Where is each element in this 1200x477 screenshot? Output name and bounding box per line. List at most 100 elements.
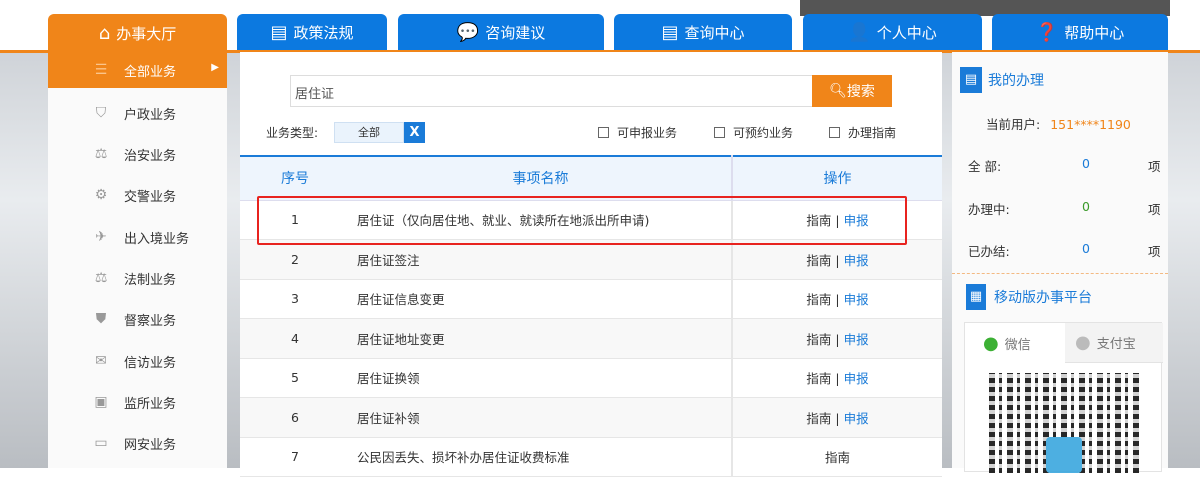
clear-type-button[interactable]: X (404, 122, 425, 143)
row-name[interactable]: 居住证信息变更 (350, 279, 732, 319)
scale-icon: ⚖ (94, 146, 108, 162)
qr-tab-label: 支付宝 (1096, 337, 1136, 352)
tab-consult[interactable]: 💬 咨询建议 (398, 14, 604, 50)
stat-value[interactable]: 0 (1082, 199, 1090, 214)
my-affairs-panel: ▤ 我的办理 当前用户: 151****1190 全 部: 0 项 办理中: 0 项 已办结… (952, 52, 1168, 473)
plane-icon: ✈ (95, 229, 107, 245)
guide-link[interactable]: 指南 (806, 411, 831, 426)
checkbox-label: 办理指南 (848, 126, 897, 140)
guide-link[interactable]: 指南 (806, 292, 831, 307)
sidebar-item-label: 全部业务 (124, 64, 177, 80)
apply-link[interactable]: 申报 (844, 332, 869, 347)
checkbox-label: 可申报业务 (617, 126, 678, 140)
sidebar-item-traffic[interactable]: ⚙ 交警业务 (48, 177, 227, 213)
tab-help[interactable]: ❓ 帮助中心 (992, 14, 1168, 50)
sidebar-item-label: 交警业务 (124, 189, 177, 205)
tab-query[interactable]: ▤ 查询中心 (614, 14, 792, 50)
shield-icon: ⛉ (95, 105, 107, 121)
sidebar-item-label: 治安业务 (124, 148, 177, 164)
main-panel: 居住证 🔍︎ 搜索 业务类型: 全部 X 可申报业务 可预约业务 办理指南 序号 … (240, 52, 942, 477)
checkbox[interactable] (714, 127, 725, 138)
apply-link[interactable]: 申报 (844, 371, 869, 386)
guide-link[interactable]: 指南 (806, 253, 831, 268)
stat-unit: 项 (1148, 202, 1161, 217)
separator: | (835, 292, 840, 308)
stat-unit: 项 (1148, 159, 1161, 174)
separator: | (835, 410, 840, 426)
sidebar-item-detention[interactable]: ▣ 监所业务 (48, 384, 227, 420)
badge-icon: ⛊ (95, 311, 107, 327)
current-user: 当前用户: 151****1190 (986, 114, 1131, 133)
row-name[interactable]: 公民因丢失、损坏补办居住证收费标准 (350, 437, 732, 477)
tab-label: 帮助中心 (1064, 23, 1125, 42)
qr-tab-wechat[interactable]: ● 微信 (983, 323, 1031, 363)
sidebar-item-petition[interactable]: ✉ 信访业务 (48, 343, 227, 379)
row-name[interactable]: 居住证换领 (350, 358, 732, 398)
qr-tab-label: 微信 (1004, 337, 1031, 353)
building-icon: ▣ (94, 394, 108, 410)
header-no: 序号 (240, 156, 350, 201)
checkbox-can-apply[interactable]: 可申报业务 (598, 124, 677, 141)
traffic-icon: ⚙ (94, 187, 108, 203)
mobile-icon: ▦ (966, 284, 986, 310)
row-actions: 指南 | 申报 (731, 279, 942, 319)
guide-link[interactable]: 指南 (806, 332, 831, 347)
caret-right-icon: ▶ (211, 62, 219, 73)
clipboard-icon: ▤ (960, 67, 982, 93)
row-name[interactable]: 居住证签注 (350, 239, 732, 280)
user-value: 151****1190 (1050, 117, 1131, 132)
row-name[interactable]: 居住证补领 (350, 397, 732, 438)
mail-icon: ✉ (95, 353, 107, 369)
sidebar-item-security[interactable]: ⚖ 治安业务 (48, 136, 227, 172)
sidebar-item-label: 督察业务 (124, 313, 177, 329)
help-icon: ❓ (1035, 21, 1059, 43)
apply-link[interactable]: 申报 (844, 253, 869, 268)
sidebar-item-label: 法制业务 (124, 272, 177, 288)
list-icon: ☰ (94, 62, 108, 78)
stat-processing[interactable]: 办理中: 0 项 (968, 199, 1161, 218)
business-type-label: 业务类型: (266, 126, 319, 140)
monitor-icon: ▭ (94, 435, 108, 451)
sidebar-item-household[interactable]: ⛉ 户政业务 (48, 95, 227, 131)
apply-link[interactable]: 申报 (844, 411, 869, 426)
row-name[interactable]: 居住证地址变更 (350, 318, 732, 359)
stat-all[interactable]: 全 部: 0 项 (968, 156, 1161, 175)
tab-label: 办事大厅 (116, 25, 177, 43)
sidebar-item-immigration[interactable]: ✈ 出入境业务 (48, 219, 227, 255)
row-number: 6 (240, 397, 350, 438)
apply-link[interactable]: 申报 (844, 292, 869, 307)
sidebar-item-inspection[interactable]: ⛊ 督察业务 (48, 301, 227, 337)
business-type-select[interactable]: 全部 (334, 122, 404, 143)
sidebar-item-label: 出入境业务 (124, 231, 190, 247)
tab-policy[interactable]: ▤ 政策法规 (237, 14, 387, 50)
table-row: 2 居住证签注 指南 | 申报 (240, 239, 942, 280)
panel-title: 我的办理 (988, 73, 1044, 89)
row-actions: 指南 | 申报 (731, 239, 942, 280)
checkbox-guide[interactable]: 办理指南 (829, 124, 896, 141)
checkbox[interactable] (829, 127, 840, 138)
sidebar-item-legal[interactable]: ⚖ 法制业务 (48, 260, 227, 296)
sidebar-item-cyber[interactable]: ▭ 网安业务 (48, 425, 227, 461)
tab-personal[interactable]: 👤 个人中心 (803, 14, 982, 50)
search-button[interactable]: 🔍︎ 搜索 (812, 75, 892, 107)
sidebar-item-label: 监所业务 (124, 396, 177, 412)
guide-link[interactable]: 指南 (825, 450, 850, 465)
guide-link[interactable]: 指南 (806, 371, 831, 386)
checkbox-can-reserve[interactable]: 可预约业务 (714, 124, 793, 141)
qr-tab-alipay[interactable]: ● 支付宝 (1065, 323, 1163, 363)
highlight-box (257, 196, 907, 245)
stat-value[interactable]: 0 (1082, 241, 1090, 256)
chat-icon: 💬 (456, 21, 480, 43)
stat-completed[interactable]: 已办结: 0 项 (968, 241, 1161, 260)
sidebar-item-all[interactable]: ☰ 全部业务 ▶ (48, 52, 227, 88)
checkbox[interactable] (598, 127, 609, 138)
search-input[interactable]: 居住证 (290, 75, 813, 107)
row-number: 4 (240, 318, 350, 359)
stat-value[interactable]: 0 (1082, 156, 1090, 171)
stat-label: 已办结: (968, 244, 1010, 259)
tab-service-hall[interactable]: ⌂ 办事大厅 (48, 14, 227, 53)
qr-code (989, 373, 1139, 473)
stat-unit: 项 (1148, 244, 1161, 259)
table-row: 3 居住证信息变更 指南 | 申报 (240, 279, 942, 319)
search-icon: 🔍︎ (829, 83, 847, 99)
